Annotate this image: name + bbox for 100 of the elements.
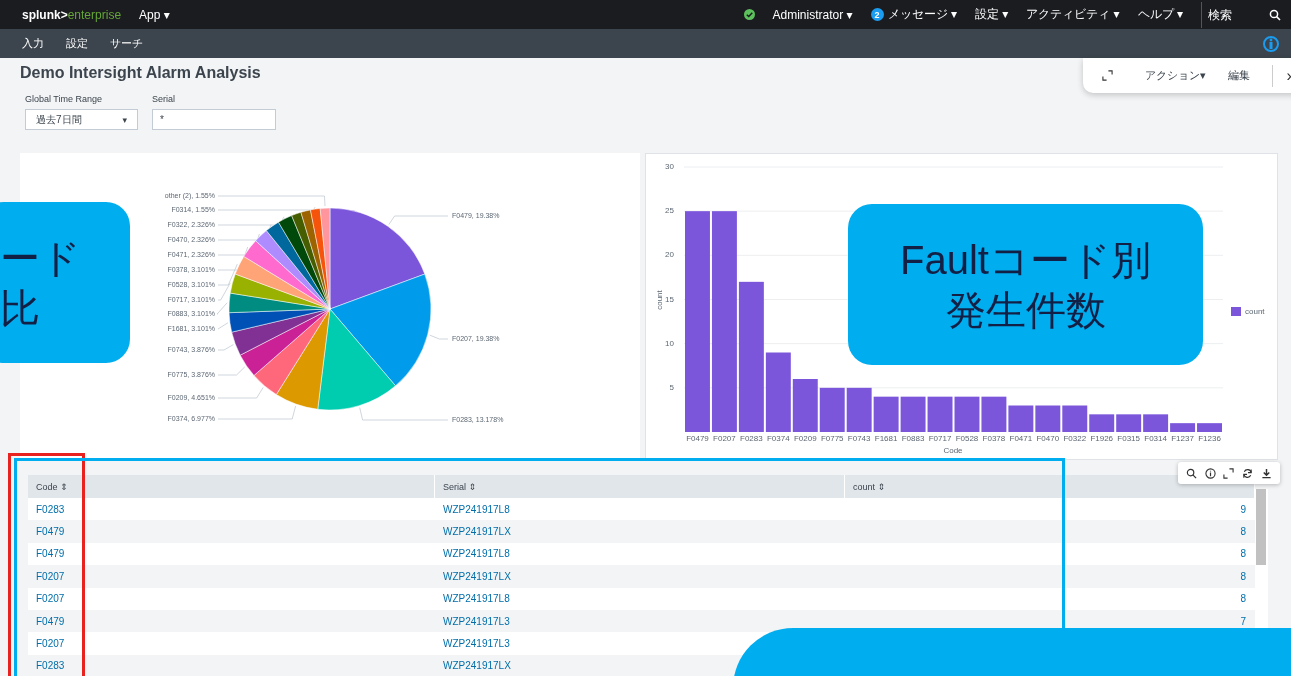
- edit-button[interactable]: 編集: [1227, 68, 1250, 83]
- axis-tick-label: F0743: [847, 434, 871, 444]
- pie-slice[interactable]: [329, 273, 432, 387]
- bar[interactable]: [765, 352, 791, 432]
- user-menu[interactable]: Administrator ▾: [772, 7, 853, 22]
- axis-tick-label: F0322: [1063, 434, 1087, 444]
- pie-slice[interactable]: [266, 221, 331, 310]
- callout-text: 比: [0, 284, 40, 332]
- pie-slice[interactable]: [278, 215, 331, 310]
- code-link[interactable]: F0479: [36, 526, 65, 538]
- axis-tick-label: F1926: [1090, 434, 1114, 444]
- axis-tick-label: F0775: [820, 434, 844, 444]
- leader-line: [217, 366, 246, 376]
- bar[interactable]: [954, 396, 980, 432]
- download-icon[interactable]: [1261, 467, 1273, 479]
- column-header[interactable]: Serial ⇕: [443, 481, 477, 492]
- pie-slice[interactable]: [239, 308, 331, 376]
- bar[interactable]: [1116, 414, 1142, 432]
- column-header[interactable]: count ⇕: [853, 481, 886, 492]
- axis-tick-label: F0314: [1144, 434, 1167, 444]
- expand-icon[interactable]: [1223, 467, 1235, 479]
- bar[interactable]: [927, 396, 953, 432]
- dashboard-title: Demo Intersight Alarm Analysis: [20, 64, 261, 83]
- app-nav-item[interactable]: 設定: [66, 36, 88, 51]
- pie-slice[interactable]: [276, 308, 331, 410]
- bar[interactable]: [1170, 423, 1196, 432]
- bar[interactable]: [1143, 414, 1169, 432]
- serial-input-field[interactable]: *: [152, 109, 276, 130]
- bar[interactable]: [981, 396, 1007, 432]
- axis-tick-label: F0470: [1036, 434, 1060, 444]
- serial-link[interactable]: WZP241917LX: [443, 570, 511, 582]
- search-icon[interactable]: [1269, 8, 1281, 21]
- scrollbar-thumb[interactable]: [1256, 489, 1266, 565]
- count-link[interactable]: 9: [1240, 503, 1246, 515]
- code-link[interactable]: F0207: [36, 570, 65, 582]
- code-link[interactable]: F0479: [36, 615, 65, 627]
- bar[interactable]: [1062, 405, 1088, 432]
- code-link[interactable]: F0207: [36, 638, 65, 650]
- info-icon[interactable]: [1204, 467, 1216, 479]
- expand-icon[interactable]: [1102, 70, 1113, 81]
- pie-slice[interactable]: [253, 308, 331, 395]
- bar[interactable]: [819, 387, 845, 432]
- serial-link[interactable]: WZP241917LX: [443, 526, 511, 538]
- serial-link[interactable]: WZP241917L3: [443, 638, 510, 650]
- bar[interactable]: [711, 211, 737, 432]
- serial-link[interactable]: WZP241917L8: [443, 548, 510, 560]
- count-link[interactable]: 8: [1240, 593, 1246, 605]
- axis-tick-label: 10: [665, 338, 674, 348]
- pie-slice[interactable]: [231, 308, 331, 356]
- code-link[interactable]: F0283: [36, 503, 65, 515]
- axis-tick-label: F0471: [1009, 434, 1033, 444]
- pie-slice[interactable]: [235, 256, 331, 310]
- bar[interactable]: [846, 387, 872, 432]
- pie-slice[interactable]: [255, 230, 331, 310]
- chevron-button[interactable]: ›: [1286, 66, 1291, 85]
- code-link[interactable]: F0479: [36, 548, 65, 560]
- count-link[interactable]: 7: [1240, 615, 1246, 627]
- status-check-icon: [743, 9, 755, 20]
- count-link[interactable]: 8: [1240, 526, 1246, 538]
- leader-line: [388, 215, 449, 225]
- count-link[interactable]: 8: [1240, 548, 1246, 560]
- count-link[interactable]: 8: [1240, 570, 1246, 582]
- splunk-logo[interactable]: splunk>enterprise: [22, 7, 122, 22]
- bar[interactable]: [873, 396, 899, 432]
- filter-label: Serial: [152, 94, 176, 104]
- callout-text: Faultコード別: [900, 236, 1151, 284]
- pie-slice[interactable]: [228, 292, 331, 313]
- bar[interactable]: [792, 379, 818, 432]
- legend-label: count: [1245, 307, 1265, 317]
- bar[interactable]: [738, 281, 764, 432]
- pie-slice[interactable]: [329, 207, 425, 310]
- bar[interactable]: [1008, 405, 1034, 432]
- filter-label: Global Time Range: [25, 94, 104, 104]
- code-link[interactable]: F0283: [36, 660, 65, 672]
- code-link[interactable]: F0207: [36, 593, 65, 605]
- pie-slice[interactable]: [291, 212, 331, 310]
- activity-menu[interactable]: アクティビティ ▾: [1026, 6, 1120, 23]
- column-header[interactable]: Code ⇕: [36, 481, 68, 492]
- settings-menu[interactable]: 設定 ▾: [974, 6, 1009, 23]
- serial-link[interactable]: WZP241917LX: [443, 660, 511, 672]
- app-menu[interactable]: App ▾: [139, 7, 170, 22]
- time-range-dropdown[interactable]: 過去7日間 ▾: [25, 109, 138, 130]
- message-count-badge: 2: [870, 8, 884, 21]
- axis-tick-label: F0207: [713, 434, 736, 444]
- refresh-icon[interactable]: [1242, 467, 1254, 479]
- serial-link[interactable]: WZP241917L8: [443, 593, 510, 605]
- pie-slice[interactable]: [319, 207, 331, 310]
- messages-menu[interactable]: メッセージ ▾: [887, 6, 957, 23]
- bar[interactable]: [1089, 414, 1115, 432]
- axis-tick-label: 25: [665, 206, 674, 216]
- serial-link[interactable]: WZP241917L8: [443, 503, 510, 515]
- search-icon[interactable]: [1185, 467, 1197, 479]
- app-nav-item[interactable]: 入力: [22, 36, 44, 51]
- bar[interactable]: [1035, 405, 1061, 432]
- serial-link[interactable]: WZP241917L3: [443, 615, 510, 627]
- leader-line: [217, 344, 234, 351]
- actions-menu[interactable]: アクション▾: [1145, 68, 1206, 83]
- bar[interactable]: [900, 396, 926, 432]
- app-nav-item[interactable]: サーチ: [110, 36, 143, 51]
- help-menu[interactable]: ヘルプ ▾: [1137, 6, 1183, 23]
